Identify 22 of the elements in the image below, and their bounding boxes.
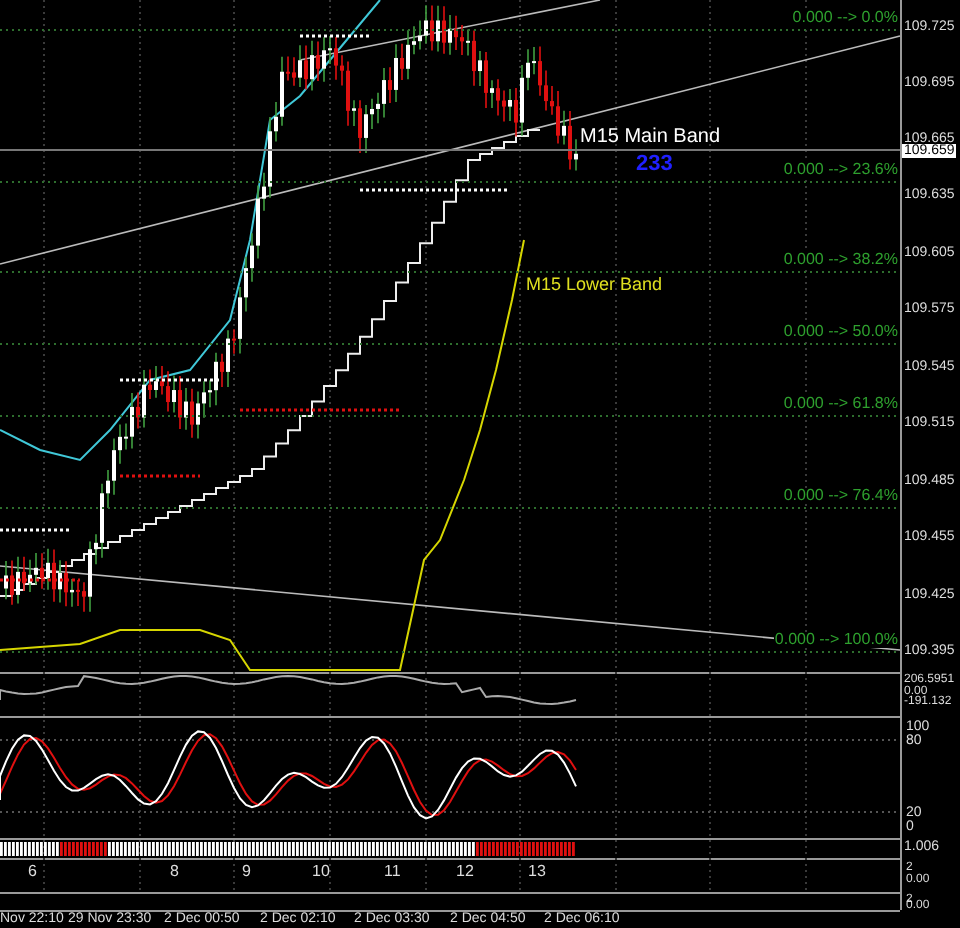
fibonacci-level-label: 0.000 --> 50.0% <box>783 324 898 340</box>
fibonacci-level-label: 0.000 --> 23.6% <box>783 162 898 178</box>
fibonacci-level-label: 0.000 --> 38.2% <box>783 252 898 268</box>
level-line <box>120 378 220 382</box>
level-line <box>300 34 370 38</box>
band-label: M15 Main Band <box>580 128 721 148</box>
fibonacci-level-label: 0.000 --> 0.0% <box>792 10 898 26</box>
bar-number: 9 <box>242 864 251 880</box>
bar-number: 13 <box>528 864 546 880</box>
fibonacci-level-label: 0.000 --> 100.0% <box>774 632 898 648</box>
fibonacci-level-label: 0.000 --> 61.8% <box>783 396 898 412</box>
band-label: M15 Lower Band <box>526 276 663 294</box>
level-line <box>0 528 70 532</box>
bar-number: 12 <box>456 864 474 880</box>
bar-number: 11 <box>384 864 401 880</box>
fibonacci-level-label: 0.000 --> 76.4% <box>783 488 898 504</box>
bar-number: 6 <box>28 864 37 880</box>
bar-number: 10 <box>312 864 330 880</box>
level-line <box>120 474 200 478</box>
signal-count: 233 <box>636 154 673 176</box>
bar-number: 8 <box>170 864 179 880</box>
level-line <box>0 578 80 582</box>
